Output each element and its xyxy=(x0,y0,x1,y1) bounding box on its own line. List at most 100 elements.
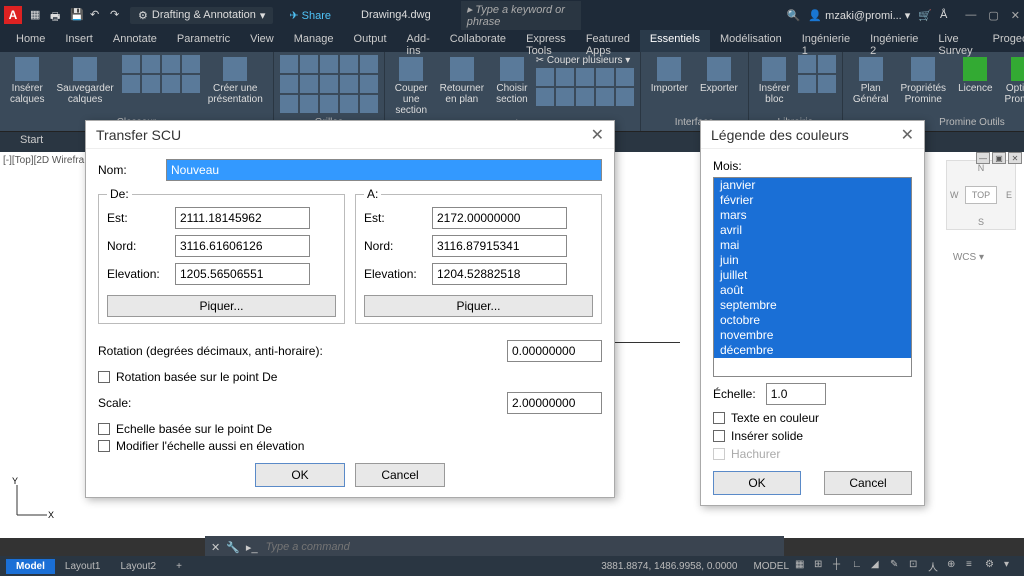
nom-input[interactable] xyxy=(166,159,602,181)
tab-ingénierie-1[interactable]: Ingénierie 1 xyxy=(792,30,860,52)
cut-section-button[interactable]: Couper une section xyxy=(391,55,432,118)
quick-access-toolbar[interactable]: ▦ 🖶 💾 ↶ ↷ xyxy=(30,8,124,22)
text-color-checkbox[interactable]: Texte en couleur xyxy=(713,411,912,425)
add-layout-button[interactable]: + xyxy=(166,559,192,574)
cart-icon[interactable]: 🛒 xyxy=(918,9,932,22)
de-piquer-button[interactable]: Piquer... xyxy=(107,295,336,317)
month-item[interactable]: mars xyxy=(714,208,911,223)
status-icons[interactable]: ▦⊞┼∟◢✎⊡人⊕≡⚙▾ xyxy=(795,559,1018,573)
tab-modélisation[interactable]: Modélisation xyxy=(710,30,792,52)
de-elev-input[interactable] xyxy=(175,263,310,285)
palette-buttons[interactable]: —▣✕ xyxy=(976,152,1022,164)
month-item[interactable]: janvier xyxy=(714,178,911,193)
month-item[interactable]: juillet xyxy=(714,268,911,283)
tab-express-tools[interactable]: Express Tools xyxy=(516,30,576,52)
qat-icon[interactable]: 💾 xyxy=(70,8,84,22)
wcs-label[interactable]: WCS ▾ xyxy=(953,252,984,263)
minimize-icon[interactable]: — xyxy=(965,9,976,22)
scale-checkbox[interactable]: Echelle basée sur le point De xyxy=(98,422,602,436)
close-icon[interactable]: ✕ xyxy=(591,125,604,145)
insert-block-button[interactable]: Insérer bloc xyxy=(755,55,794,107)
licence-button[interactable]: Licence xyxy=(954,55,996,96)
cancel-button[interactable]: Cancel xyxy=(355,463,445,487)
lib-grid[interactable] xyxy=(798,55,836,93)
month-item[interactable]: avril xyxy=(714,223,911,238)
tab-progeox[interactable]: Progeox xyxy=(983,30,1024,52)
tab-live-survey[interactable]: Live Survey xyxy=(928,30,982,52)
import-button[interactable]: Importer xyxy=(647,55,692,96)
modify-elev-checkbox[interactable]: Modifier l'échelle aussi en élevation xyxy=(98,439,602,453)
de-est-input[interactable] xyxy=(175,207,310,229)
create-presentation-button[interactable]: Créer une présentation xyxy=(204,55,267,107)
month-item[interactable]: février xyxy=(714,193,911,208)
rotation-input[interactable] xyxy=(507,340,602,362)
month-item[interactable]: décembre xyxy=(714,343,911,358)
export-button[interactable]: Exporter xyxy=(696,55,742,96)
tab-parametric[interactable]: Parametric xyxy=(167,30,240,52)
command-line[interactable]: ✕🔧▸_ xyxy=(205,536,784,558)
command-input[interactable] xyxy=(266,541,778,553)
rotation-checkbox[interactable]: Rotation basée sur le point De xyxy=(98,370,602,384)
month-item[interactable]: juin xyxy=(714,253,911,268)
close-icon[interactable]: ✕ xyxy=(1011,9,1020,22)
qat-icon[interactable]: ↷ xyxy=(110,8,124,22)
ok-button[interactable]: OK xyxy=(255,463,345,487)
view-label[interactable]: [-][Top][2D Wirefra xyxy=(3,155,84,166)
save-layers-button[interactable]: Sauvegarder calques xyxy=(52,55,117,107)
user-menu[interactable]: 👤 mzaki@promi... ▾ xyxy=(808,9,910,22)
cut-multiple-button[interactable]: ✂ Couper plusieurs ▾ xyxy=(536,55,634,66)
insert-layers-button[interactable]: Insérer calques xyxy=(6,55,48,107)
a-est-input[interactable] xyxy=(432,207,567,229)
qat-icon[interactable]: ▦ xyxy=(30,8,44,22)
tab-featured-apps[interactable]: Featured Apps xyxy=(576,30,640,52)
month-item[interactable]: août xyxy=(714,283,911,298)
wrench-icon[interactable]: 🔧 xyxy=(226,541,240,554)
tab-essentiels[interactable]: Essentiels xyxy=(640,30,710,52)
layout1-tab[interactable]: Layout1 xyxy=(55,559,111,574)
tab-home[interactable]: Home xyxy=(6,30,55,52)
a-piquer-button[interactable]: Piquer... xyxy=(364,295,593,317)
choose-section-button[interactable]: Choisir section xyxy=(492,55,532,107)
restore-icon[interactable]: ▢ xyxy=(988,9,998,22)
month-item[interactable]: novembre xyxy=(714,328,911,343)
insert-solid-checkbox[interactable]: Insérer solide xyxy=(713,429,912,443)
tab-ingénierie-2[interactable]: Ingénierie 2 xyxy=(860,30,928,52)
cancel-button[interactable]: Cancel xyxy=(824,471,912,495)
return-plan-button[interactable]: Retourner en plan xyxy=(436,55,488,107)
search-input[interactable]: ▸ Type a keyword or phrase xyxy=(461,1,581,30)
search-icon[interactable]: 🔍 xyxy=(787,9,801,22)
months-listbox[interactable]: janvierfévriermarsavrilmaijuinjuilletaoû… xyxy=(713,177,912,377)
model-tab[interactable]: Model xyxy=(6,559,55,574)
tab-view[interactable]: View xyxy=(240,30,284,52)
qat-icon[interactable]: 🖶 xyxy=(50,8,64,22)
month-item[interactable]: octobre xyxy=(714,313,911,328)
month-item[interactable]: septembre xyxy=(714,298,911,313)
ok-button[interactable]: OK xyxy=(713,471,801,495)
tab-insert[interactable]: Insert xyxy=(55,30,103,52)
tab-output[interactable]: Output xyxy=(344,30,397,52)
classeur-grid[interactable] xyxy=(122,55,200,93)
tab-manage[interactable]: Manage xyxy=(284,30,344,52)
month-item[interactable]: mai xyxy=(714,238,911,253)
a-elev-input[interactable] xyxy=(432,263,567,285)
model-badge[interactable]: MODEL xyxy=(747,561,795,572)
de-nord-input[interactable] xyxy=(175,235,310,257)
echelle-input[interactable] xyxy=(766,383,826,405)
tab-add-ins[interactable]: Add-ins xyxy=(397,30,440,52)
a-nord-input[interactable] xyxy=(432,235,567,257)
qat-icon[interactable]: ↶ xyxy=(90,8,104,22)
grilles-grid[interactable] xyxy=(280,55,378,113)
workspace-selector[interactable]: ⚙ Drafting & Annotation ▾ xyxy=(130,7,273,24)
help-icon[interactable]: Å xyxy=(940,9,947,21)
layout2-tab[interactable]: Layout2 xyxy=(110,559,166,574)
section-grid[interactable] xyxy=(536,68,634,106)
tab-annotate[interactable]: Annotate xyxy=(103,30,167,52)
close-icon[interactable]: ✕ xyxy=(901,125,914,145)
share-button[interactable]: ✈ Share xyxy=(289,9,331,22)
promine-props-button[interactable]: Propriétés Promine xyxy=(896,55,950,107)
close-icon[interactable]: ✕ xyxy=(211,541,220,554)
tab-collaborate[interactable]: Collaborate xyxy=(440,30,516,52)
scale-input[interactable] xyxy=(507,392,602,414)
general-plan-button[interactable]: Plan Général xyxy=(849,55,893,107)
options-button[interactable]: Options Promine xyxy=(1001,55,1024,107)
